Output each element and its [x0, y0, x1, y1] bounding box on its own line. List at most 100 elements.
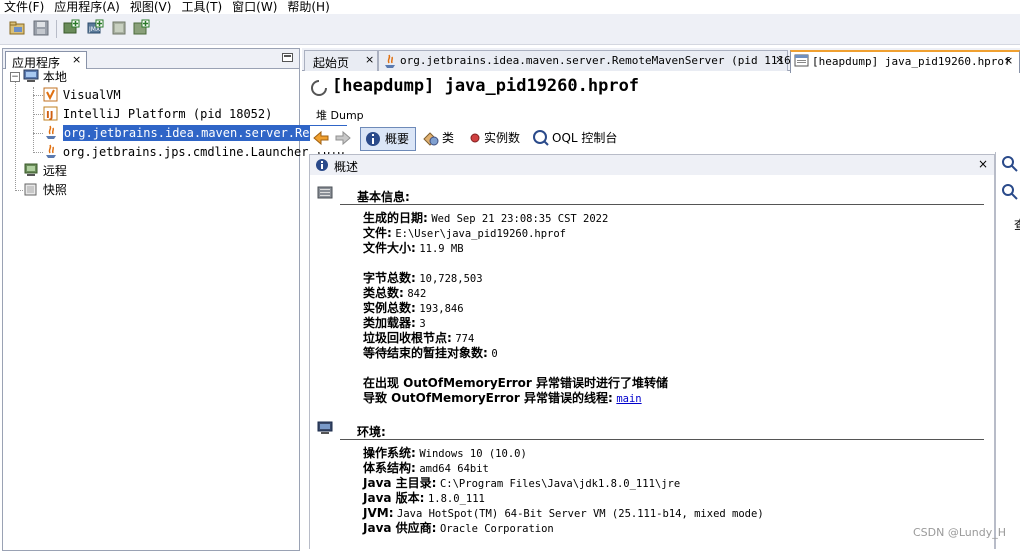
tree-item-maven-server[interactable]: org.jetbrains.idea.maven.server.RemoteM — [43, 124, 347, 142]
open-file-icon[interactable] — [8, 19, 26, 37]
tree-item-local[interactable]: 本地 — [23, 68, 67, 86]
menu-tools[interactable]: 工具(T) — [181, 1, 222, 14]
intellij-app-icon: IJ — [43, 106, 58, 121]
menu-applications[interactable]: 应用程序(A) — [54, 1, 120, 14]
back-button[interactable] — [312, 127, 330, 149]
oql-search-icon — [533, 130, 549, 146]
env-value: C:\Program Files\Java\jdk1.8.0_111\jre — [439, 478, 681, 490]
tab-heapdump[interactable]: [heapdump] java_pid19260.hprof × — [790, 50, 1020, 73]
env-value: amd64 64bit — [419, 463, 489, 475]
add-jmx-icon[interactable]: JMX — [86, 19, 104, 37]
info-key: 等待结束的暂挂对象数: — [363, 346, 488, 360]
overview-header-label: 概述 — [334, 160, 359, 174]
menu-view[interactable]: 视图(V) — [130, 1, 172, 14]
tree-item-intellij[interactable]: IJ IntelliJ Platform (pid 18052) — [43, 105, 272, 123]
tree-item-snapshots-label: 快照 — [42, 183, 67, 197]
info-row-total-bytes: 字节总数: 10,728,503 — [363, 271, 483, 287]
forward-button[interactable] — [334, 127, 352, 149]
tree-item-intellij-label: IntelliJ Platform (pid 18052) — [62, 107, 273, 121]
env-key: JVM: — [363, 506, 394, 520]
tree-item-jps-launcher[interactable]: org.jetbrains.jps.cmdline.Launcher (pid — [43, 143, 345, 161]
tab-start-page-label: 起始页 — [313, 56, 350, 70]
info-icon — [366, 132, 380, 146]
env-row-java-version: Java 版本: 1.8.0_111 — [363, 491, 485, 507]
view-toolbar: 概要 类 实例数 OQL 控制台 — [310, 126, 1000, 152]
applications-tabbar: 应用程序 × — [3, 49, 299, 70]
heapdump-icon — [794, 54, 809, 67]
info-row-classloaders: 类加载器: 3 — [363, 316, 426, 332]
collapse-local-toggle[interactable]: − — [10, 72, 20, 82]
env-row-java-vendor: Java 供应商: Oracle Corporation — [363, 521, 554, 537]
info-key: 类加载器: — [363, 316, 416, 330]
close-icon[interactable]: × — [365, 53, 374, 66]
snapshot-icon — [24, 183, 37, 196]
env-row-arch: 体系结构: amd64 64bit — [363, 461, 489, 477]
info-row-pending-finalization: 等待结束的暂挂对象数: 0 — [363, 346, 498, 362]
info-key: 文件: — [363, 226, 392, 240]
env-value: Windows 10 (10.0) — [419, 448, 527, 460]
close-icon[interactable]: × — [72, 53, 81, 66]
info-value: Wed Sep 21 23:08:35 CST 2022 — [431, 213, 609, 225]
tab-applications[interactable]: 应用程序 × — [5, 51, 87, 70]
add-core-dump-icon[interactable] — [110, 19, 128, 37]
summary-view-button[interactable]: 概要 — [360, 127, 416, 151]
info-key: 垃圾回收根节点: — [363, 331, 452, 345]
search-icon[interactable] — [1001, 155, 1019, 173]
menu-help[interactable]: 帮助(H) — [287, 1, 329, 14]
oom-thread-link[interactable]: main — [616, 393, 641, 405]
minimize-icon[interactable] — [282, 53, 293, 62]
tab-start-page[interactable]: 起始页 × — [304, 50, 378, 71]
tree-item-local-label: 本地 — [42, 70, 67, 84]
env-row-java-home: Java 主目录: C:\Program Files\Java\jdk1.8.0… — [363, 476, 680, 492]
info-row-file-size: 文件大小: 11.9 MB — [363, 241, 464, 257]
info-key: 文件大小: — [363, 241, 416, 255]
menu-window[interactable]: 窗口(W) — [232, 1, 277, 14]
info-value: E:\User\java_pid19260.hprof — [395, 228, 566, 240]
add-host-icon[interactable] — [62, 19, 80, 37]
instances-view-label: 实例数 — [484, 131, 521, 145]
oql-console-button[interactable]: OQL 控制台 — [530, 127, 620, 149]
info-key: 生成的日期: — [363, 211, 428, 225]
info-row-file: 文件: E:\User\java_pid19260.hprof — [363, 226, 566, 242]
tree-item-snapshots[interactable]: 快照 — [23, 181, 67, 199]
document-tabbar: 起始页 × org.jetbrains.idea.maven.server.Re… — [302, 48, 1020, 73]
env-key: Java 供应商: — [363, 521, 437, 535]
tree-item-remote[interactable]: 远程 — [23, 162, 67, 180]
oql-console-label: OQL 控制台 — [552, 131, 618, 145]
page-title: [heapdump] java_pid19260.hprof — [332, 76, 640, 96]
tree-item-jps-launcher-label: org.jetbrains.jps.cmdline.Launcher (pid — [62, 145, 345, 159]
tree-connector — [33, 133, 43, 134]
info-key: 字节总数: — [363, 271, 416, 285]
info-value: 842 — [407, 288, 427, 300]
forward-arrow-icon — [335, 130, 351, 146]
info-value: 11.9 MB — [419, 243, 464, 255]
save-snapshot-icon[interactable] — [32, 19, 50, 37]
side-panel-text: 查 — [1014, 216, 1020, 233]
env-key: Java 主目录: — [363, 476, 437, 490]
oom-dump-text: 在出现 OutOfMemoryError 异常错误时进行了堆转储 — [363, 376, 669, 390]
instances-view-button[interactable]: 实例数 — [466, 127, 526, 149]
tree-item-remote-label: 远程 — [42, 164, 67, 178]
menu-file[interactable]: 文件(F) — [4, 1, 44, 14]
close-icon[interactable]: × — [775, 53, 784, 66]
classes-view-button[interactable]: 类 — [420, 127, 460, 149]
close-icon[interactable]: × — [978, 157, 988, 171]
info-value: 0 — [491, 348, 498, 360]
watermark: CSDN @Lundy_H — [912, 526, 1006, 539]
main-toolbar: JMX — [0, 14, 1020, 45]
env-value: 1.8.0_111 — [427, 493, 485, 505]
menu-bar: 文件(F) 应用程序(A) 视图(V) 工具(T) 窗口(W) 帮助(H) — [0, 0, 1020, 14]
database-icon — [317, 186, 333, 199]
env-row-jvm: JVM: Java HotSpot(TM) 64-Bit Server VM (… — [363, 506, 764, 522]
computer-icon — [23, 69, 39, 82]
tab-maven-server[interactable]: org.jetbrains.idea.maven.server.RemoteMa… — [378, 50, 804, 71]
tree-item-visualvm[interactable]: VisualVM — [43, 86, 121, 104]
add-snapshot-icon[interactable] — [132, 19, 150, 37]
classes-icon — [423, 132, 439, 146]
java-app-icon — [385, 54, 395, 68]
close-icon[interactable]: × — [1004, 54, 1013, 67]
toolbar-separator — [56, 20, 57, 38]
search-icon[interactable] — [1001, 183, 1019, 201]
info-row-total-classes: 类总数: 842 — [363, 286, 426, 302]
tree-connector — [33, 87, 34, 153]
